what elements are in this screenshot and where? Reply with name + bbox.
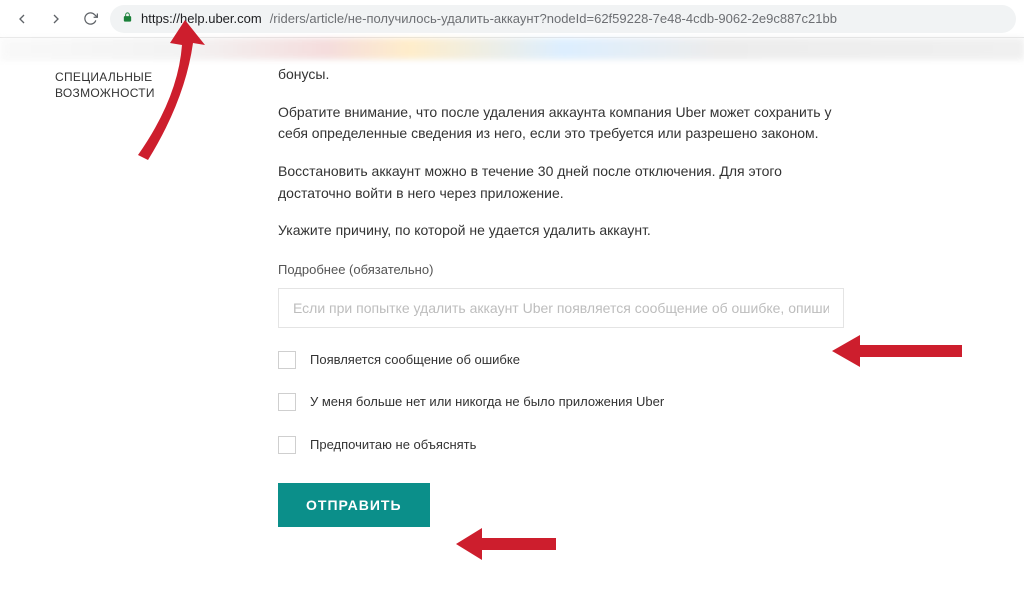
url-path: /riders/article/не-получилось-удалить-ак… [270,11,837,26]
annotation-arrow-input [832,331,962,371]
paragraph: бонусы. [278,64,844,86]
paragraph: Укажите причину, по которой не удается у… [278,220,844,242]
checkbox-label: Появляется сообщение об ошибке [310,350,520,370]
back-button[interactable] [8,5,36,33]
submit-button[interactable]: ОТПРАВИТЬ [278,483,430,527]
paragraph: Восстановить аккаунт можно в течение 30 … [278,161,844,204]
checkbox-label: Предпочитаю не объяснять [310,435,476,455]
details-input[interactable] [278,288,844,328]
annotation-arrow-submit [456,525,556,563]
details-label: Подробнее (обязательно) [278,260,844,280]
reload-button[interactable] [76,5,104,33]
checkbox-error-message[interactable] [278,351,296,369]
address-bar[interactable]: https://help.uber.com/riders/article/не-… [110,5,1016,33]
paragraph: Обратите внимание, что после удаления ак… [278,102,844,145]
annotation-arrow-url [130,20,210,170]
checkbox-prefer-not[interactable] [278,436,296,454]
checkbox-label: У меня больше нет или никогда не было пр… [310,392,664,412]
forward-button[interactable] [42,5,70,33]
checkbox-no-app[interactable] [278,393,296,411]
article-content: бонусы. Обратите внимание, что после уда… [230,60,1024,596]
